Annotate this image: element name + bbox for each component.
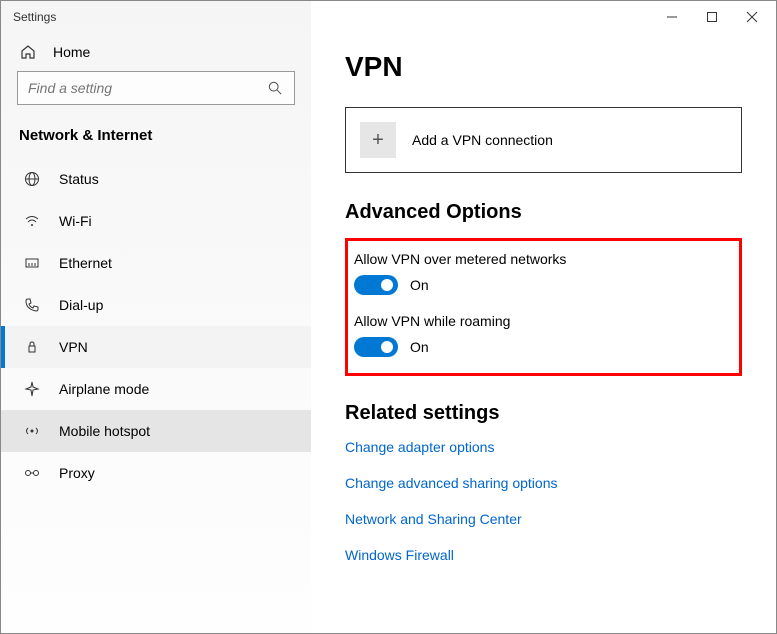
window-controls — [311, 1, 776, 33]
sidebar-item-label: Ethernet — [59, 255, 112, 271]
sidebar-item-hotspot[interactable]: Mobile hotspot — [1, 410, 311, 452]
add-vpn-label: Add a VPN connection — [412, 132, 553, 148]
sidebar-item-label: Mobile hotspot — [59, 423, 150, 439]
search-input[interactable] — [17, 71, 295, 105]
advanced-heading: Advanced Options — [345, 201, 742, 224]
link-sharing[interactable]: Change advanced sharing options — [345, 475, 742, 491]
link-adapter[interactable]: Change adapter options — [345, 439, 742, 455]
link-network-center[interactable]: Network and Sharing Center — [345, 511, 742, 527]
sidebar-item-vpn[interactable]: VPN — [1, 326, 311, 368]
nav-list: Status Wi-Fi Ethernet Dial-up VPN Airpla… — [1, 158, 311, 494]
search-icon — [266, 79, 284, 97]
sidebar: Settings Home Network & Internet Status … — [1, 1, 311, 633]
phone-icon — [23, 296, 41, 314]
plus-icon: + — [360, 122, 396, 158]
link-firewall[interactable]: Windows Firewall — [345, 547, 742, 563]
related-links: Change adapter options Change advanced s… — [345, 439, 742, 563]
sidebar-item-airplane[interactable]: Airplane mode — [1, 368, 311, 410]
maximize-button[interactable] — [706, 11, 718, 23]
roaming-label: Allow VPN while roaming — [354, 313, 733, 329]
hotspot-icon — [23, 422, 41, 440]
sidebar-item-label: Wi-Fi — [59, 213, 92, 229]
sidebar-item-label: VPN — [59, 339, 88, 355]
sidebar-item-wifi[interactable]: Wi-Fi — [1, 200, 311, 242]
metered-state: On — [410, 277, 429, 293]
close-button[interactable] — [746, 11, 758, 23]
wifi-icon — [23, 212, 41, 230]
window-title: Settings — [1, 1, 311, 33]
airplane-icon — [23, 380, 41, 398]
roaming-toggle[interactable] — [354, 337, 398, 357]
vpn-icon — [23, 338, 41, 356]
sidebar-item-dialup[interactable]: Dial-up — [1, 284, 311, 326]
minimize-button[interactable] — [666, 11, 678, 23]
roaming-state: On — [410, 339, 429, 355]
sidebar-item-status[interactable]: Status — [1, 158, 311, 200]
home-label: Home — [53, 44, 90, 60]
page-title: VPN — [345, 51, 742, 83]
home-button[interactable]: Home — [1, 33, 311, 71]
globe-icon — [23, 170, 41, 188]
highlight-annotation: Allow VPN over metered networks On Allow… — [345, 238, 742, 376]
sidebar-item-label: Airplane mode — [59, 381, 149, 397]
sidebar-item-label: Status — [59, 171, 99, 187]
metered-label: Allow VPN over metered networks — [354, 251, 733, 267]
sidebar-item-label: Proxy — [59, 465, 95, 481]
main-pane: VPN + Add a VPN connection Advanced Opti… — [311, 1, 776, 633]
sidebar-item-ethernet[interactable]: Ethernet — [1, 242, 311, 284]
related-heading: Related settings — [345, 402, 742, 425]
category-heading: Network & Internet — [1, 121, 311, 158]
home-icon — [19, 43, 37, 61]
search-field[interactable] — [28, 80, 266, 96]
metered-toggle[interactable] — [354, 275, 398, 295]
proxy-icon — [23, 464, 41, 482]
ethernet-icon — [23, 254, 41, 272]
sidebar-item-label: Dial-up — [59, 297, 103, 313]
sidebar-item-proxy[interactable]: Proxy — [1, 452, 311, 494]
add-vpn-button[interactable]: + Add a VPN connection — [345, 107, 742, 173]
